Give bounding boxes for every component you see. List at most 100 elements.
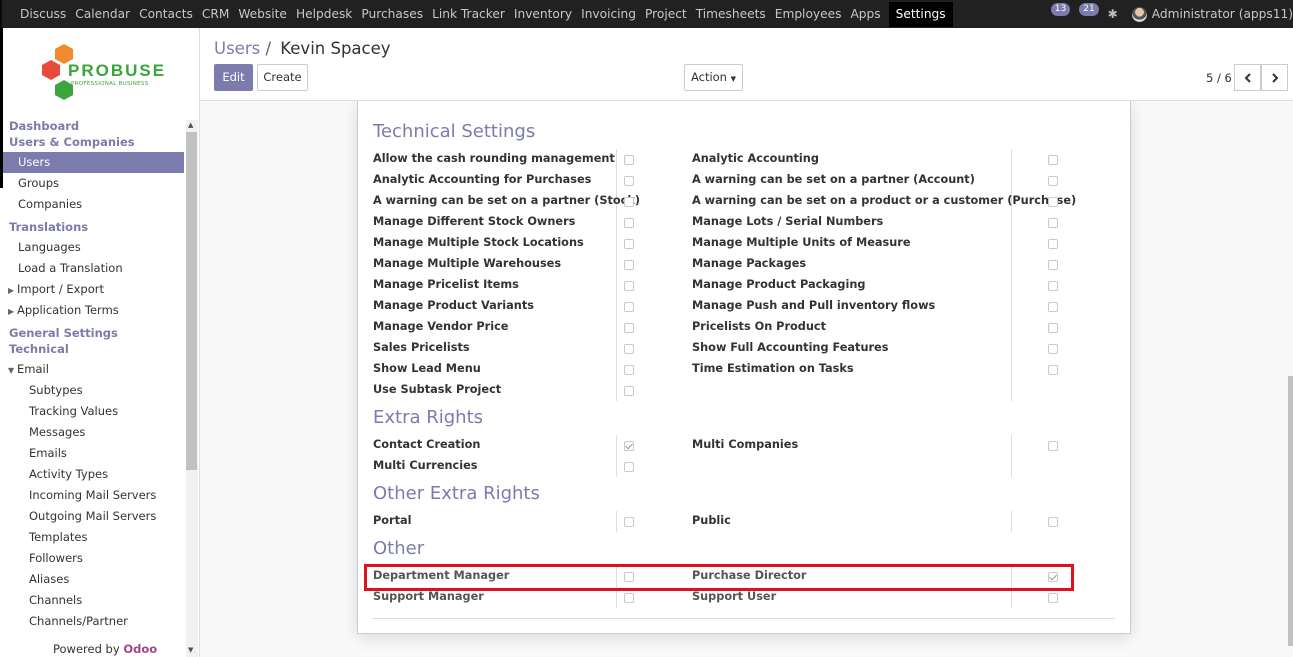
- menu-item-contacts[interactable]: Contacts: [135, 0, 197, 28]
- field-checkbox[interactable]: [1048, 344, 1058, 354]
- sidebar-item-channels[interactable]: Channels: [3, 590, 184, 611]
- sidebar-item-activity-types[interactable]: Activity Types: [3, 464, 184, 485]
- sidebar-item-users[interactable]: Users: [3, 152, 184, 173]
- sidebar-scrollbar[interactable]: ▲ ▼: [186, 120, 198, 657]
- field-label: Manage Different Stock Owners: [373, 215, 576, 228]
- menu-item-timesheets[interactable]: Timesheets: [692, 0, 770, 28]
- sidebar-item-followers[interactable]: Followers: [3, 548, 184, 569]
- field-checkbox[interactable]: [1048, 281, 1058, 291]
- field-label: Show Lead Menu: [373, 362, 481, 375]
- field-checkbox[interactable]: [624, 365, 634, 375]
- highlight-box: [364, 564, 1074, 591]
- field-checkbox[interactable]: [1048, 323, 1058, 333]
- activity-count-badge[interactable]: 13: [1050, 2, 1071, 16]
- action-dropdown[interactable]: Action ▼: [684, 64, 743, 91]
- sidebar-item-technical[interactable]: Technical: [3, 341, 184, 357]
- sidebar-item-languages[interactable]: Languages: [3, 237, 184, 258]
- field-checkbox[interactable]: [624, 593, 634, 603]
- create-button[interactable]: Create: [257, 64, 308, 91]
- sidebar-scroll-thumb[interactable]: [186, 132, 197, 470]
- field-checkbox[interactable]: [1048, 260, 1058, 270]
- menu-item-discuss[interactable]: Discuss: [16, 0, 70, 28]
- scroll-up-icon[interactable]: ▲: [188, 121, 193, 129]
- breadcrumb-users[interactable]: Users: [214, 39, 260, 58]
- field-checkbox[interactable]: [624, 386, 634, 396]
- menu-item-link-tracker[interactable]: Link Tracker: [428, 0, 509, 28]
- company-logo[interactable]: PROBUSE PROFESSIONAL BUSINESS: [40, 40, 170, 106]
- field-checkbox[interactable]: [1048, 176, 1058, 186]
- sidebar-item-outgoing-mail-servers[interactable]: Outgoing Mail Servers: [3, 506, 184, 527]
- menu-item-apps[interactable]: Apps: [846, 0, 884, 28]
- sidebar-item-tracking-values[interactable]: Tracking Values: [3, 401, 184, 422]
- menu-item-purchases[interactable]: Purchases: [357, 0, 427, 28]
- sidebar-item-dashboard[interactable]: Dashboard: [3, 118, 184, 134]
- field-checkbox[interactable]: [624, 218, 634, 228]
- menu-item-employees[interactable]: Employees: [771, 0, 846, 28]
- sidebar-item-emails[interactable]: Emails: [3, 443, 184, 464]
- sidebar-item-incoming-mail-servers[interactable]: Incoming Mail Servers: [3, 485, 184, 506]
- menu-item-settings[interactable]: Settings: [888, 2, 953, 27]
- sidebar-item-load-translation[interactable]: Load a Translation: [3, 258, 184, 279]
- sidebar-item-application-terms[interactable]: ▶ Application Terms: [3, 300, 184, 321]
- field-checkbox[interactable]: [624, 197, 634, 207]
- field-checkbox[interactable]: [624, 441, 634, 451]
- logo-tagline: PROFESSIONAL BUSINESS: [71, 81, 149, 87]
- page-scrollbar[interactable]: [1288, 376, 1293, 646]
- message-count-badge[interactable]: 21: [1079, 2, 1099, 16]
- field-checkbox[interactable]: [1048, 441, 1058, 451]
- odoo-link[interactable]: Odoo: [123, 642, 157, 656]
- menu-item-project[interactable]: Project: [641, 0, 691, 28]
- field-checkbox[interactable]: [624, 260, 634, 270]
- menu-item-calendar[interactable]: Calendar: [71, 0, 134, 28]
- field-checkbox[interactable]: [624, 323, 634, 333]
- field-checkbox[interactable]: [624, 344, 634, 354]
- field-checkbox[interactable]: [1048, 218, 1058, 228]
- field-checkbox[interactable]: [624, 239, 634, 249]
- menu-item-inventory[interactable]: Inventory: [510, 0, 576, 28]
- field-label: Support Manager: [373, 590, 484, 603]
- bug-icon[interactable]: ✱: [1108, 7, 1118, 21]
- sidebar-item-groups[interactable]: Groups: [3, 173, 184, 194]
- field-checkbox[interactable]: [1048, 365, 1058, 375]
- field-checkbox[interactable]: [1048, 197, 1058, 207]
- sidebar-item-email[interactable]: ▼ Email: [3, 359, 184, 380]
- field-checkbox[interactable]: [624, 517, 634, 527]
- field-checkbox[interactable]: [1048, 517, 1058, 527]
- menu-item-invoicing[interactable]: Invoicing: [577, 0, 640, 28]
- field-checkbox[interactable]: [1048, 302, 1058, 312]
- sidebar-item-messages[interactable]: Messages: [3, 422, 184, 443]
- sidebar-item-aliases[interactable]: Aliases: [3, 569, 184, 590]
- systray: 13 21 ✱ Administrator (apps11): [1050, 0, 1293, 28]
- field-checkbox[interactable]: [624, 281, 634, 291]
- sidebar-item-subtypes[interactable]: Subtypes: [3, 380, 184, 401]
- action-label: Action: [690, 70, 727, 84]
- sidebar-item-templates[interactable]: Templates: [3, 527, 184, 548]
- field-label: Analytic Accounting: [692, 152, 819, 165]
- pager-next-button[interactable]: [1261, 64, 1288, 91]
- field-checkbox[interactable]: [624, 176, 634, 186]
- pager-previous-button[interactable]: [1234, 64, 1261, 91]
- field-checkbox[interactable]: [624, 302, 634, 312]
- menu-item-crm[interactable]: CRM: [198, 0, 234, 28]
- sidebar-item-translations[interactable]: Translations: [3, 219, 184, 235]
- field-checkbox[interactable]: [1048, 239, 1058, 249]
- field-label: Manage Multiple Stock Locations: [373, 236, 584, 249]
- scroll-down-icon[interactable]: ▼: [188, 646, 193, 654]
- field-checkbox[interactable]: [1048, 593, 1058, 603]
- sidebar-item-companies[interactable]: Companies: [3, 194, 184, 215]
- sidebar-item-channels-partner[interactable]: Channels/Partner: [3, 611, 184, 632]
- field-checkbox[interactable]: [624, 155, 634, 165]
- edit-button[interactable]: Edit: [214, 64, 253, 91]
- menu-item-helpdesk[interactable]: Helpdesk: [292, 0, 356, 28]
- field-label: Manage Push and Pull inventory flows: [692, 299, 936, 312]
- sidebar-item-users-companies[interactable]: Users & Companies: [3, 134, 184, 150]
- user-menu[interactable]: Administrator (apps11): [1152, 7, 1293, 21]
- user-avatar[interactable]: [1131, 6, 1147, 22]
- sidebar-item-import-export[interactable]: ▶ Import / Export: [3, 279, 184, 300]
- field-checkbox[interactable]: [1048, 155, 1058, 165]
- sidebar-item-general-settings[interactable]: General Settings: [3, 325, 184, 341]
- field-checkbox[interactable]: [624, 462, 634, 472]
- menu-item-website[interactable]: Website: [234, 0, 291, 28]
- sidebar-item-import-export-label: Import / Export: [17, 282, 104, 296]
- section-title-technical: Technical Settings: [373, 121, 536, 142]
